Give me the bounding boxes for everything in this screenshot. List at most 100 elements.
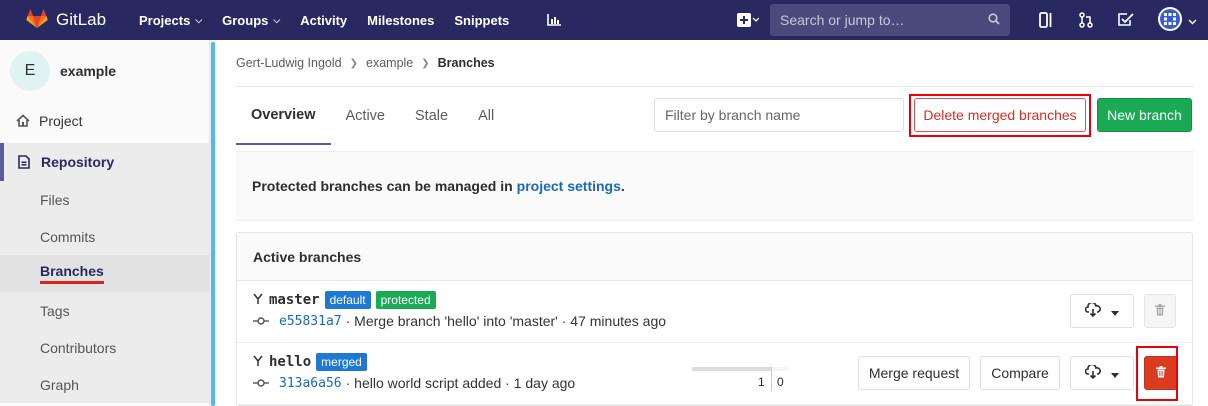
project-sidebar: E example Project Repository Files Commi… [0, 40, 210, 406]
commit-icon [253, 317, 273, 325]
cloud-download-icon [1084, 363, 1101, 382]
nav-activity-label: Activity [300, 12, 348, 28]
commit-sha-link[interactable]: 313a6a56 [279, 376, 342, 391]
sidebar-item-commits-label: Commits [40, 228, 96, 245]
sidebar-item-branches-label: Branches [40, 263, 104, 284]
sidebar-item-graph-label: Graph [40, 376, 79, 393]
branch-filter-input[interactable] [654, 98, 904, 132]
project-name: example [60, 63, 117, 79]
commits-behind-count: 1 [758, 375, 765, 389]
gitlab-logo-icon [26, 8, 48, 32]
commit-message: · Merge branch 'hello' into 'master' · 4… [345, 313, 667, 329]
project-avatar: E [10, 51, 50, 91]
sidebar-item-files-label: Files [40, 191, 70, 208]
branch-icon [253, 355, 263, 370]
project-settings-link[interactable]: project settings [517, 178, 621, 194]
sidebar-item-branches[interactable]: Branches [0, 255, 209, 292]
delete-branch-button-disabled[interactable] [1144, 294, 1176, 328]
sidebar-item-project-label: Project [39, 112, 83, 129]
nav-snippets-label: Snippets [454, 12, 510, 28]
branches-toolbar: Overview Active Stale All Delete merged … [236, 86, 1193, 145]
trash-icon [1155, 303, 1165, 319]
project-header[interactable]: E example [0, 40, 209, 102]
sidebar-item-contributors-label: Contributors [40, 339, 117, 356]
nav-snippets[interactable]: Snippets [444, 13, 519, 28]
cloud-download-icon [1084, 301, 1101, 320]
protected-badge: protected [375, 291, 436, 309]
branch-row-master: master default protected e55831a7 · Merg… [237, 281, 1192, 343]
breadcrumb-current[interactable]: Branches [438, 56, 495, 70]
nav-projects-label: Projects [139, 12, 191, 28]
sidebar-item-tags-label: Tags [40, 302, 70, 319]
tab-all[interactable]: All [463, 87, 509, 145]
new-item-plus-icon[interactable] [730, 13, 766, 27]
caret-down-icon [1111, 303, 1119, 319]
download-dropdown-button[interactable] [1070, 294, 1134, 328]
search-icon [988, 12, 1000, 28]
sidebar-item-contributors[interactable]: Contributors [0, 329, 209, 366]
info-text: Protected branches can be managed in [252, 178, 513, 194]
chevron-right-icon: ❯ [349, 57, 359, 69]
tab-active[interactable]: Active [331, 87, 401, 145]
main-content: Gert-Ludwig Ingold ❯ example ❯ Branches … [236, 40, 1193, 406]
top-navbar: GitLab Projects ⌵ Groups ⌵ Activity Milest… [0, 0, 1208, 40]
merge-request-button[interactable]: Merge request [858, 356, 970, 390]
chevron-down-icon: ⌵ [273, 14, 281, 25]
sidebar-item-commits[interactable]: Commits [0, 218, 209, 255]
nav-projects[interactable]: Projects ⌵ [129, 13, 212, 28]
branch-name[interactable]: master [269, 292, 320, 308]
divergence-graph: 1 0 [692, 365, 788, 393]
commit-icon [253, 379, 273, 387]
tab-stale[interactable]: Stale [400, 87, 463, 145]
chart-icon[interactable] [537, 14, 571, 26]
user-menu[interactable] [1146, 6, 1208, 34]
commit-message: · hello world script added · 1 day ago [345, 375, 576, 391]
panel-title: Active branches [237, 233, 1192, 281]
nav-groups-label: Groups [222, 12, 269, 28]
merge-request-icon[interactable] [1066, 12, 1106, 28]
search-input[interactable] [780, 12, 988, 28]
protected-branches-info: Protected branches can be managed in pro… [236, 151, 1193, 221]
document-icon [18, 155, 34, 169]
new-branch-button[interactable]: New branch [1097, 98, 1192, 132]
download-dropdown-button[interactable] [1070, 356, 1134, 390]
breadcrumb: Gert-Ludwig Ingold ❯ example ❯ Branches [236, 40, 1193, 86]
nav-groups[interactable]: Groups ⌵ [212, 13, 290, 28]
home-icon [16, 114, 32, 127]
gitlab-home-link[interactable]: GitLab [26, 8, 126, 32]
divergence-separator [771, 367, 772, 391]
highlight-box [1136, 346, 1178, 401]
sidebar-item-files[interactable]: Files [0, 181, 209, 218]
todo-check-icon[interactable] [1106, 13, 1146, 27]
caret-down-icon [1111, 365, 1119, 381]
breadcrumb-user[interactable]: Gert-Ludwig Ingold [236, 56, 342, 70]
search-box[interactable] [770, 4, 1010, 36]
nav-activity[interactable]: Activity [290, 13, 357, 28]
branch-name[interactable]: hello [269, 354, 311, 370]
breadcrumb-project[interactable]: example [366, 56, 413, 70]
issues-icon[interactable] [1026, 12, 1066, 28]
tab-overview[interactable]: Overview [236, 87, 331, 145]
commit-sha-link[interactable]: e55831a7 [279, 314, 342, 329]
default-badge: default [324, 291, 371, 309]
ahead-bar [772, 367, 788, 371]
chevron-down-icon [1188, 12, 1197, 28]
sidebar-item-tags[interactable]: Tags [0, 292, 209, 329]
chevron-right-icon: ❯ [421, 57, 430, 69]
compare-button[interactable]: Compare [980, 356, 1060, 390]
sidebar-item-project[interactable]: Project [0, 102, 209, 139]
sidebar-scrollbar[interactable] [210, 40, 216, 406]
info-suffix: . [620, 178, 625, 194]
nav-milestones[interactable]: Milestones [357, 13, 444, 28]
user-avatar [1157, 6, 1182, 34]
brand-name: GitLab [56, 10, 107, 29]
delete-merged-branches-button[interactable]: Delete merged branches [914, 98, 1086, 132]
sidebar-item-graph[interactable]: Graph [0, 366, 209, 403]
sidebar-item-repository[interactable]: Repository [0, 143, 209, 181]
scrollbar-thumb[interactable] [211, 42, 215, 406]
active-branches-panel: Active branches master default protected… [236, 232, 1193, 406]
merged-badge: merged [316, 353, 367, 371]
behind-bar [692, 367, 772, 371]
sidebar-item-repository-label: Repository [41, 154, 115, 170]
nav-milestones-label: Milestones [367, 12, 435, 28]
